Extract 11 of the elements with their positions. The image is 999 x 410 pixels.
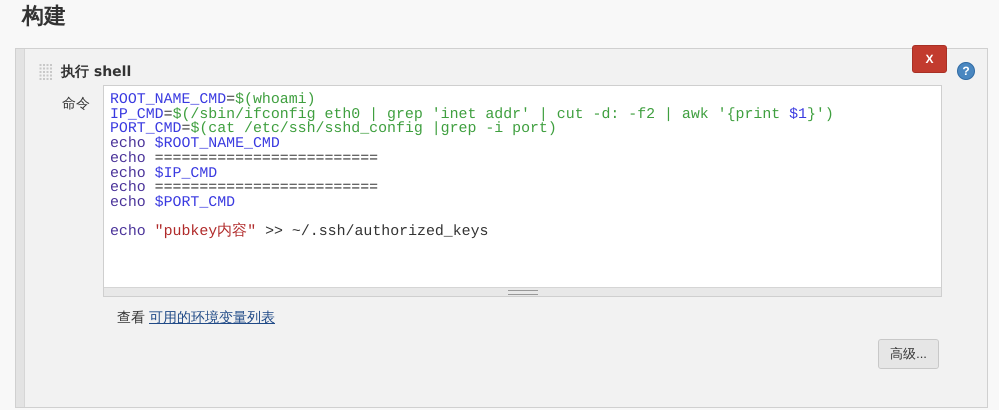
field-label: 命令: [61, 95, 91, 114]
code-editor[interactable]: ROOT_NAME_CMD=$(whoami) IP_CMD=$(/sbin/ifconfig eth0 | grep 'inet addr' | cut -d: -f2 | awk '{print $1}') PORT_CMD=$(cat /etc/ssh/sshd_config |grep -i port) echo $ROOT_NAME_CMD echo ========================= echo $IP_CMD echo ========================= echo $PORT_CMD echo "pubkey内容" >> ~/.ssh/authorized_keys: [103, 85, 942, 297]
drag-handle-icon[interactable]: [39, 63, 53, 81]
hint-text: 查看: [117, 309, 145, 327]
step-title: 执行 shell: [61, 63, 132, 81]
help-button[interactable]: ?: [957, 62, 975, 80]
env-vars-link[interactable]: 可用的环境变量列表: [149, 309, 275, 327]
advanced-button[interactable]: 高级...: [878, 339, 939, 369]
section-title: 构建: [20, 3, 67, 31]
resize-handle[interactable]: [508, 290, 538, 294]
close-button[interactable]: X: [912, 45, 947, 73]
